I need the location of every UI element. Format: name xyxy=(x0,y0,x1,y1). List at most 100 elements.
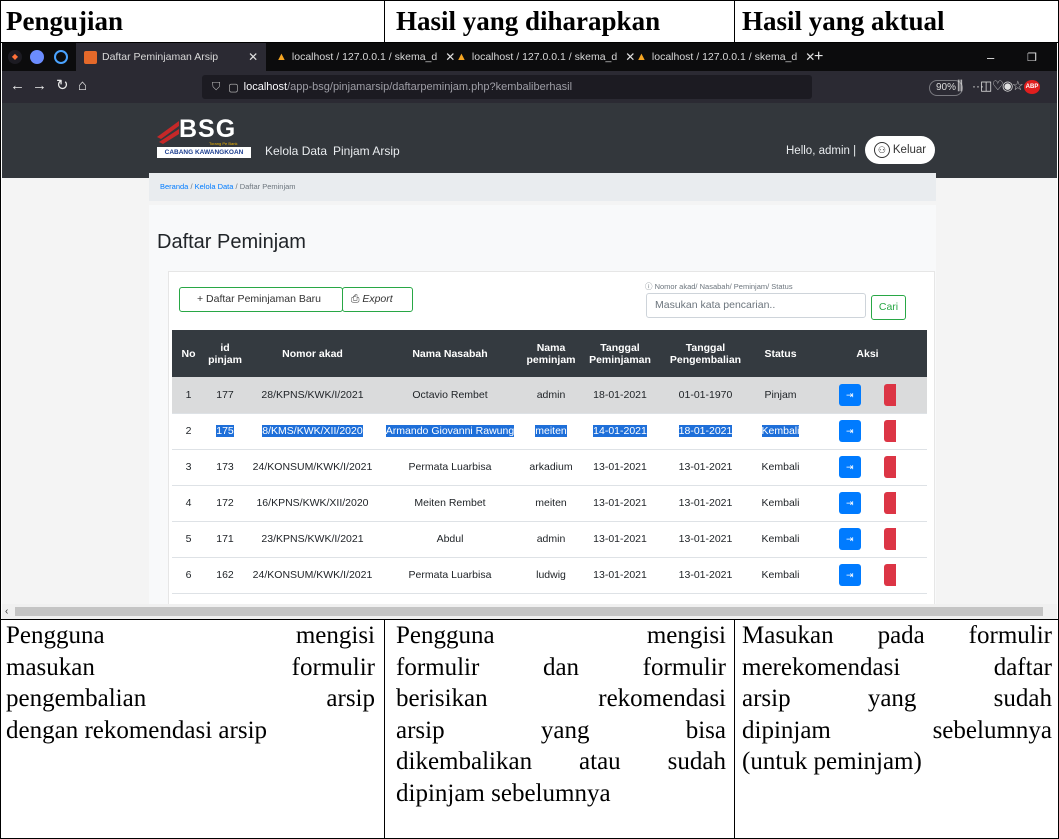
text-line: merekomendasi daftar xyxy=(742,653,1052,681)
col-header[interactable]: No xyxy=(172,330,205,377)
bsg-logo[interactable]: BSG Torang Pe Bank CABANG KAWANGKOAN xyxy=(157,115,255,159)
table-row[interactable]: 1 177 28/KPNS/KWK/I/2021 Octavio Rembet … xyxy=(172,377,927,414)
account-icon[interactable]: ◉ xyxy=(1002,78,1013,94)
tab-phpmyadmin-2[interactable]: ▲ localhost / 127.0.0.1 / skema_d ✕ xyxy=(450,43,635,71)
table-row[interactable]: 3 173 24/KONSUM/KWK/I/2021 Permata Luarb… xyxy=(172,449,927,486)
phpmyadmin-icon: ▲ xyxy=(276,50,287,63)
table-row[interactable]: 4 172 16/KPNS/KWK/XII/2020 Meiten Rembet… xyxy=(172,485,927,522)
delete-icon[interactable] xyxy=(884,420,897,442)
cell: 01-01-1970 xyxy=(658,377,753,414)
text-line: dipinjam sebelumnya xyxy=(396,779,611,807)
table-row[interactable]: 5 171 23/KPNS/KWK/I/2021 Abdul admin 13-… xyxy=(172,521,927,558)
tab-daftar-peminjaman[interactable]: Daftar Peminjaman Arsip ✕ xyxy=(76,43,266,71)
table-divider-1b xyxy=(384,619,385,839)
col-header[interactable]: Tanggal Pengembalian xyxy=(658,330,753,377)
library-icon[interactable]: ⫼ xyxy=(957,78,963,94)
pinned-tab-globe-icon[interactable] xyxy=(30,50,44,64)
search-button[interactable]: Cari xyxy=(871,295,906,320)
cell: Permata Luarbisa xyxy=(380,449,520,486)
restore-icon[interactable]: ❐ xyxy=(1027,43,1037,71)
delete-icon[interactable] xyxy=(884,383,897,406)
breadcrumb-kelola-data[interactable]: Kelola Data xyxy=(195,182,234,191)
cell: 4 xyxy=(172,485,205,522)
cell: 13-01-2021 xyxy=(582,557,658,594)
col-header[interactable]: Nama Nasabah xyxy=(380,330,520,377)
close-tab-icon[interactable]: ✕ xyxy=(248,50,258,64)
return-icon[interactable]: ⇥ xyxy=(838,492,861,514)
table-row[interactable]: 6 162 24/KONSUM/KWK/I/2021 Permata Luarb… xyxy=(172,557,927,594)
cell: 13-01-2021 xyxy=(582,521,658,558)
forward-icon[interactable]: → xyxy=(32,77,47,95)
logo-text: BSG xyxy=(179,115,237,143)
tab-label: localhost / 127.0.0.1 / skema_d xyxy=(471,51,618,63)
search-input[interactable]: Masukan kata pencarian.. xyxy=(646,293,866,318)
text-line: dipinjam sebelumnya xyxy=(742,716,1052,744)
cell: admin xyxy=(520,377,582,414)
sidebar-icon[interactable]: ◫ xyxy=(980,78,992,94)
cell: Kembali xyxy=(753,413,808,450)
table-divider-1a xyxy=(384,0,385,43)
breadcrumb-home[interactable]: Beranda xyxy=(160,182,188,191)
scrollbar-thumb[interactable] xyxy=(15,607,1043,616)
reload-icon[interactable]: ↻ xyxy=(56,77,69,95)
cell: 6 xyxy=(172,557,205,594)
logo-subtitle: CABANG KAWANGKOAN xyxy=(157,147,251,158)
loan-table: No id pinjam Nomor akad Nama Nasabah Nam… xyxy=(172,330,927,594)
delete-icon[interactable] xyxy=(884,492,897,514)
bookmark-star-icon[interactable]: ☆ xyxy=(1012,78,1024,94)
shield-icon[interactable]: ⛉ xyxy=(212,81,220,94)
return-icon[interactable]: ⇥ xyxy=(838,456,861,478)
scroll-left-icon[interactable]: ‹ xyxy=(5,604,8,619)
selected-text: 14-01-2021 xyxy=(593,425,647,437)
new-tab-button[interactable]: + xyxy=(814,43,823,71)
nav-kelola-data[interactable]: Kelola Data xyxy=(265,144,327,158)
return-icon[interactable]: ⇥ xyxy=(838,528,861,550)
text-line: dengan rekomendasi arsip xyxy=(6,716,268,744)
selected-text: 175 xyxy=(216,425,234,437)
tab-phpmyadmin-1[interactable]: ▲ localhost / 127.0.0.1 / skema_d ✕ xyxy=(270,43,455,71)
col-header[interactable]: Nama peminjam xyxy=(520,330,582,377)
adblock-icon[interactable]: ABP xyxy=(1024,80,1040,94)
return-icon[interactable]: ⇥ xyxy=(838,564,861,586)
cell: Meiten Rembet xyxy=(380,485,520,522)
pinned-tab-moon-icon[interactable] xyxy=(54,50,68,64)
browser-nav-bar: ← → ↻ ⌂ ⛉ ▢ localhost/app-bsg/pinjamarsi… xyxy=(2,71,1057,103)
cell: 3 xyxy=(172,449,205,486)
logout-button[interactable]: ⚇ Keluar xyxy=(865,136,935,164)
cell: Armando Giovanni Rawung xyxy=(380,413,520,450)
add-loan-button[interactable]: + Daftar Peminjaman Baru xyxy=(179,287,343,312)
pinned-tab-icon[interactable]: ◆ xyxy=(8,50,22,64)
minimize-icon[interactable]: – xyxy=(987,43,994,71)
action-cell: ⇥ xyxy=(808,557,927,594)
delete-icon[interactable] xyxy=(884,456,897,478)
breadcrumb-sep: / xyxy=(235,182,238,191)
cell: 13-01-2021 xyxy=(658,557,753,594)
col-header[interactable]: Status xyxy=(753,330,808,377)
home-icon[interactable]: ⌂ xyxy=(78,77,87,95)
delete-icon[interactable] xyxy=(884,564,897,586)
back-icon[interactable]: ← xyxy=(10,77,25,95)
col-header[interactable]: Aksi xyxy=(808,330,927,377)
url-bar[interactable]: ⛉ ▢ localhost/app-bsg/pinjamarsip/daftar… xyxy=(202,75,1024,99)
search-hint: ⓘ Nomor akad/ Nasabah/ Peminjam/ Status xyxy=(645,282,793,291)
tab-favicon-icon xyxy=(84,50,97,64)
tab-phpmyadmin-3[interactable]: ▲ localhost / 127.0.0.1 / skema_d ✕ xyxy=(630,43,815,71)
return-icon[interactable]: ⇥ xyxy=(838,420,861,442)
logout-label: Keluar xyxy=(892,144,927,156)
cell: Kembali xyxy=(753,557,808,594)
table-divider-2b xyxy=(734,619,735,839)
site-header: BSG Torang Pe Bank CABANG KAWANGKOAN Kel… xyxy=(2,103,1057,178)
cell: 14-01-2021 xyxy=(582,413,658,450)
delete-icon[interactable] xyxy=(884,528,897,550)
col-header[interactable]: Tanggal Peminjaman xyxy=(582,330,658,377)
text-line: formulir dan formulir xyxy=(396,653,726,681)
col-header[interactable]: Nomor akad xyxy=(245,330,380,377)
export-button[interactable]: ⎙ Export xyxy=(342,287,413,312)
nav-pinjam-arsip[interactable]: Pinjam Arsip xyxy=(333,144,400,158)
col-header[interactable]: id pinjam xyxy=(205,330,245,377)
table-row[interactable]: 2 175 8/KMS/KWK/XII/2020 Armando Giovann… xyxy=(172,413,927,450)
return-icon[interactable]: ⇥ xyxy=(838,383,861,406)
phpmyadmin-icon: ▲ xyxy=(636,50,647,63)
table-header-row: No id pinjam Nomor akad Nama Nasabah Nam… xyxy=(172,330,927,377)
horizontal-scrollbar[interactable]: ‹ xyxy=(2,604,1057,619)
